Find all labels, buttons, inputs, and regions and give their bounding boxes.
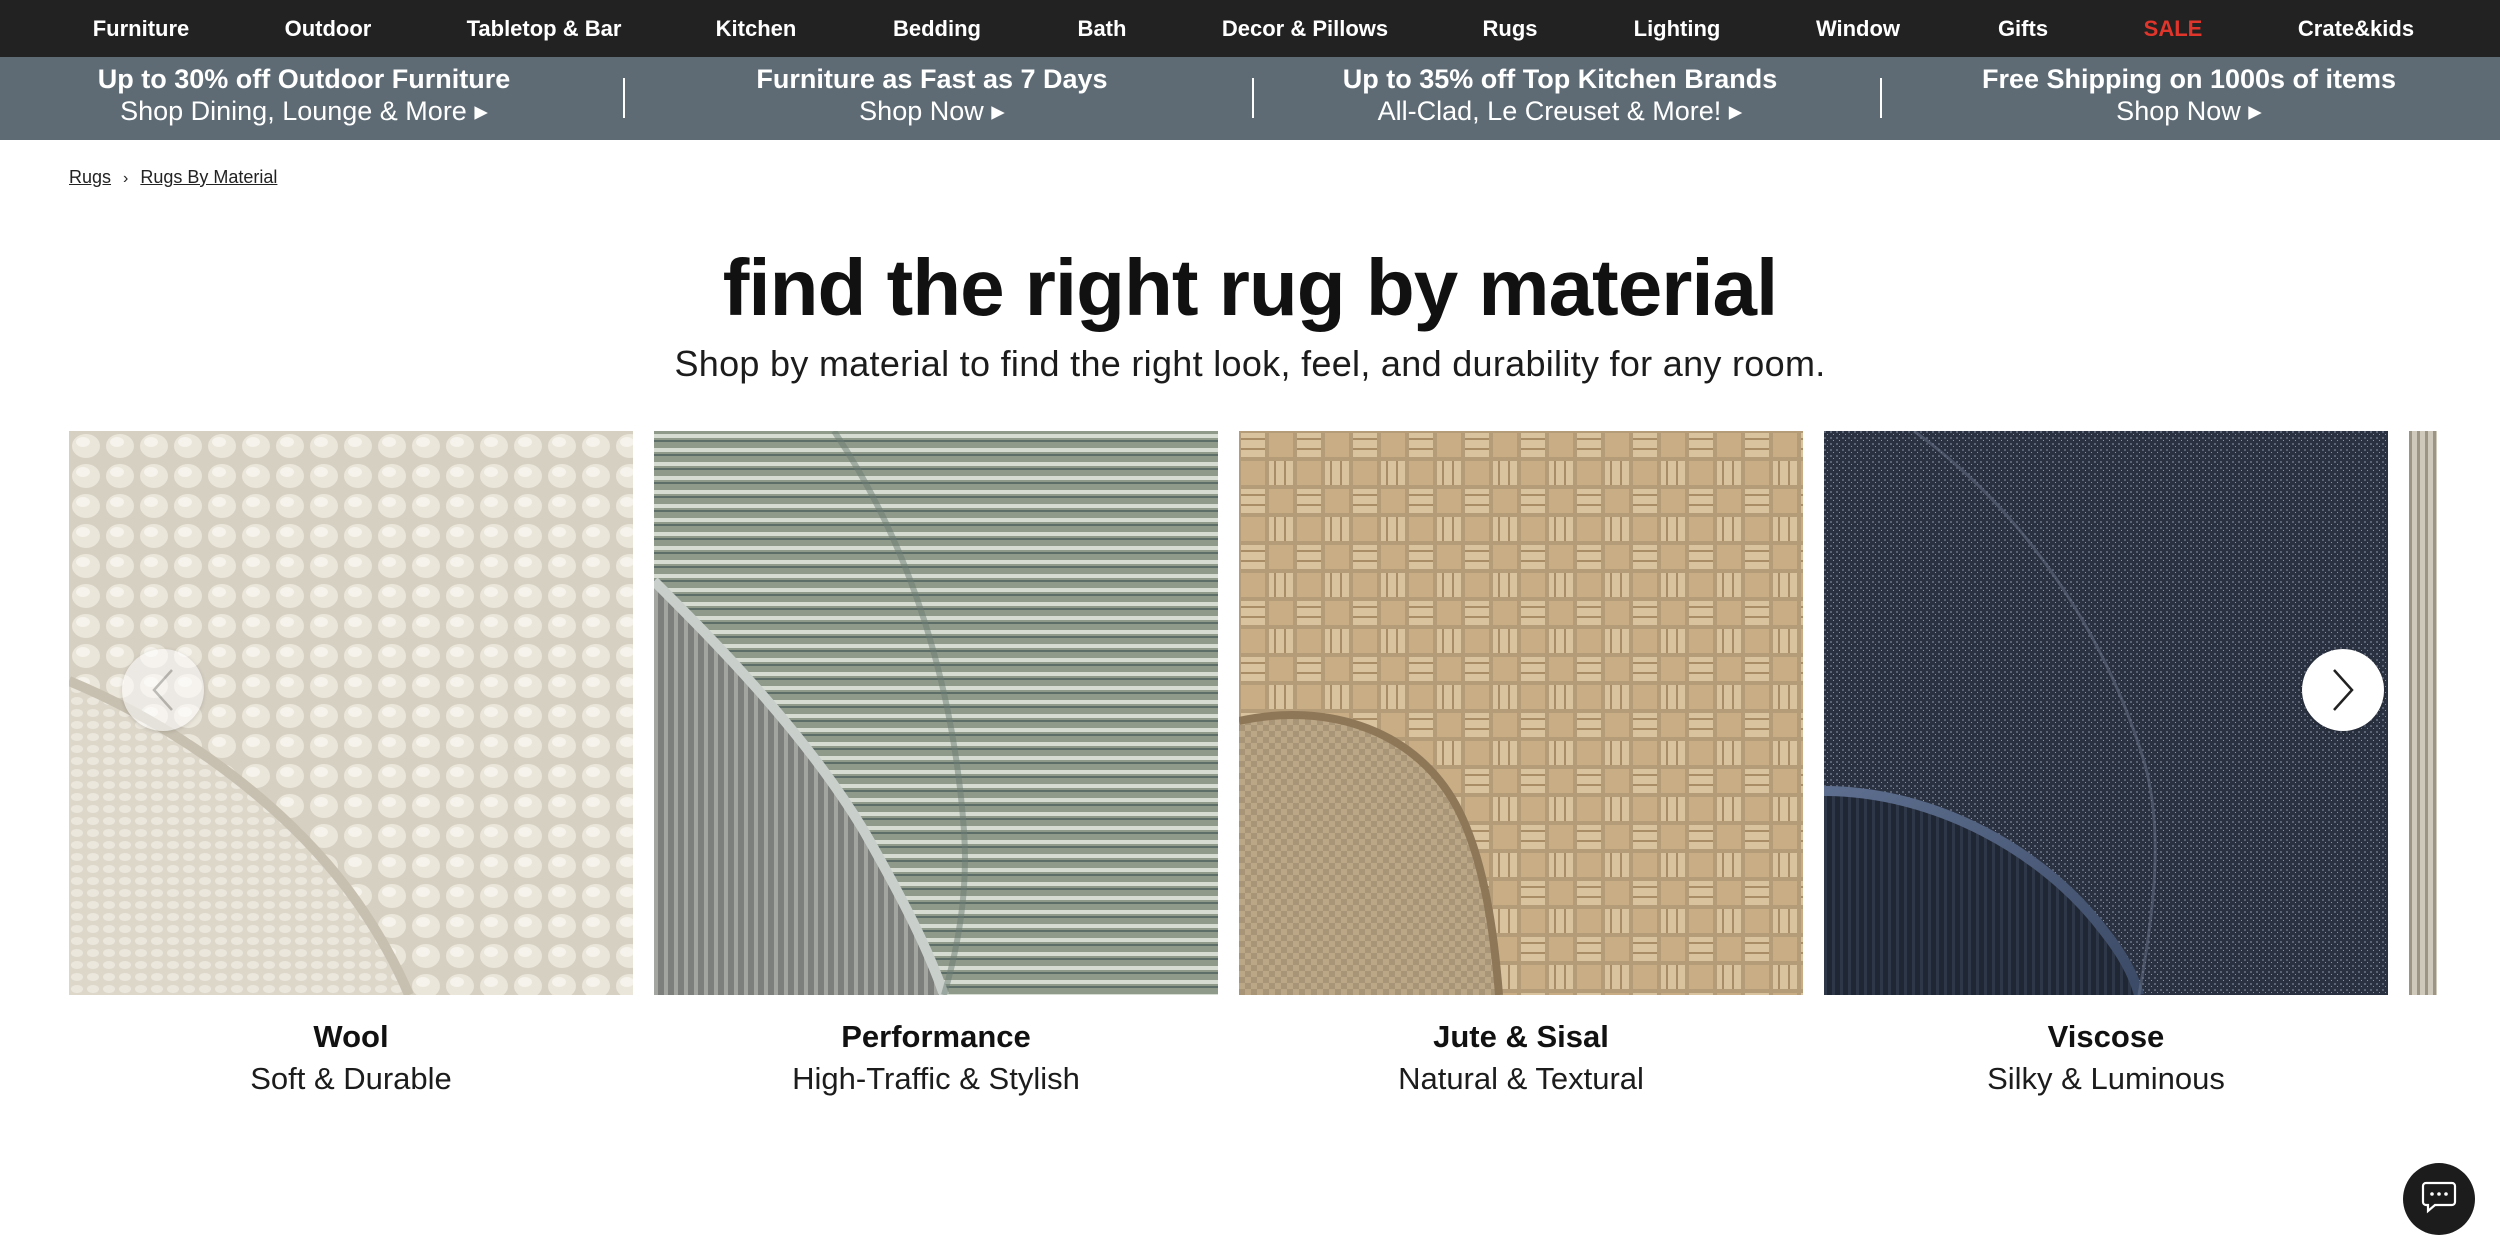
category-card-viscose[interactable]: Viscose Silky & Luminous (1824, 431, 2388, 1101)
promo-fast-furniture[interactable]: Furniture as Fast as 7 Days Shop Now ▸ (756, 57, 1107, 140)
top-navigation: Furniture Outdoor Tabletop & Bar Kitchen… (0, 0, 2500, 57)
category-card-performance[interactable]: Performance High-Traffic & Stylish (654, 431, 1218, 1101)
category-card-jute-sisal[interactable]: Jute & Sisal Natural & Textural (1239, 431, 1803, 1101)
nav-item-decor-pillows[interactable]: Decor & Pillows (1222, 0, 1388, 57)
promo-cta: Shop Now ▸ (2116, 96, 2262, 126)
chevron-left-icon (148, 667, 178, 713)
category-name: Viscose (2047, 1019, 2165, 1054)
promo-title: Furniture as Fast as 7 Days (756, 64, 1108, 94)
promo-divider (623, 78, 625, 118)
nav-item-furniture[interactable]: Furniture (93, 0, 190, 57)
promo-cta: All-Clad, Le Creuset & More! ▸ (1377, 96, 1743, 126)
nav-item-kitchen[interactable]: Kitchen (716, 0, 797, 57)
nav-item-lighting[interactable]: Lighting (1634, 0, 1721, 57)
nav-item-outdoor[interactable]: Outdoor (285, 0, 372, 57)
nav-item-tabletop-bar[interactable]: Tabletop & Bar (467, 0, 622, 57)
rug-texture-image (2409, 431, 2437, 995)
promo-outdoor-furniture[interactable]: Up to 30% off Outdoor Furniture Shop Din… (98, 57, 510, 140)
promo-title: Up to 35% off Top Kitchen Brands (1342, 64, 1778, 94)
chat-bubble-icon (2421, 1180, 2457, 1219)
promo-divider (1880, 78, 1882, 118)
breadcrumb-link-rugs[interactable]: Rugs (69, 167, 111, 187)
category-description: Natural & Textural (1398, 1061, 1644, 1096)
nav-item-rugs[interactable]: Rugs (1483, 0, 1538, 57)
promo-divider (1252, 78, 1254, 118)
promo-cta: Shop Now ▸ (859, 96, 1005, 126)
category-description: Silky & Luminous (1987, 1061, 2225, 1096)
category-description: Soft & Durable (250, 1061, 452, 1096)
performance-texture-image (654, 431, 1218, 995)
promo-kitchen-brands[interactable]: Up to 35% off Top Kitchen Brands All-Cla… (1343, 57, 1778, 140)
promo-free-shipping[interactable]: Free Shipping on 1000s of items Shop Now… (1982, 57, 2396, 140)
chevron-right-icon (2328, 667, 2358, 713)
carousel-next-button[interactable] (2302, 649, 2384, 731)
category-description: High-Traffic & Stylish (792, 1061, 1080, 1096)
category-name: Wool (313, 1019, 389, 1054)
category-card-partial[interactable] (2409, 431, 2500, 995)
jute-texture-image (1239, 431, 1803, 995)
category-name: Performance (841, 1019, 1031, 1054)
nav-item-crate-kids[interactable]: Crate&kids (2298, 0, 2414, 57)
promo-bar: Up to 30% off Outdoor Furniture Shop Din… (0, 57, 2500, 140)
nav-item-bath[interactable]: Bath (1078, 0, 1127, 57)
nav-item-window[interactable]: Window (1816, 0, 1900, 57)
breadcrumb-link-rugs-by-material[interactable]: Rugs By Material (140, 167, 277, 187)
viscose-texture-image (1824, 431, 2388, 995)
nav-item-gifts[interactable]: Gifts (1998, 0, 2048, 57)
promo-cta: Shop Dining, Lounge & More ▸ (120, 96, 488, 126)
promo-title: Free Shipping on 1000s of items (1981, 64, 2397, 94)
page-title: find the right rug by material (722, 243, 1779, 332)
material-carousel: Wool Soft & Durable Performance High-Tra… (0, 431, 2500, 1131)
page-subtitle: Shop by material to find the right look,… (674, 343, 1826, 384)
category-card-wool[interactable]: Wool Soft & Durable (69, 431, 633, 1101)
chat-button[interactable] (2403, 1163, 2475, 1235)
category-name: Jute & Sisal (1433, 1019, 1609, 1054)
chevron-right-icon: › (123, 170, 129, 187)
nav-item-bedding[interactable]: Bedding (893, 0, 981, 57)
carousel-prev-button[interactable] (122, 649, 204, 731)
nav-item-sale[interactable]: SALE (2144, 0, 2203, 57)
breadcrumb: Rugs › Rugs By Material (69, 167, 277, 191)
promo-title: Up to 30% off Outdoor Furniture (97, 64, 511, 94)
